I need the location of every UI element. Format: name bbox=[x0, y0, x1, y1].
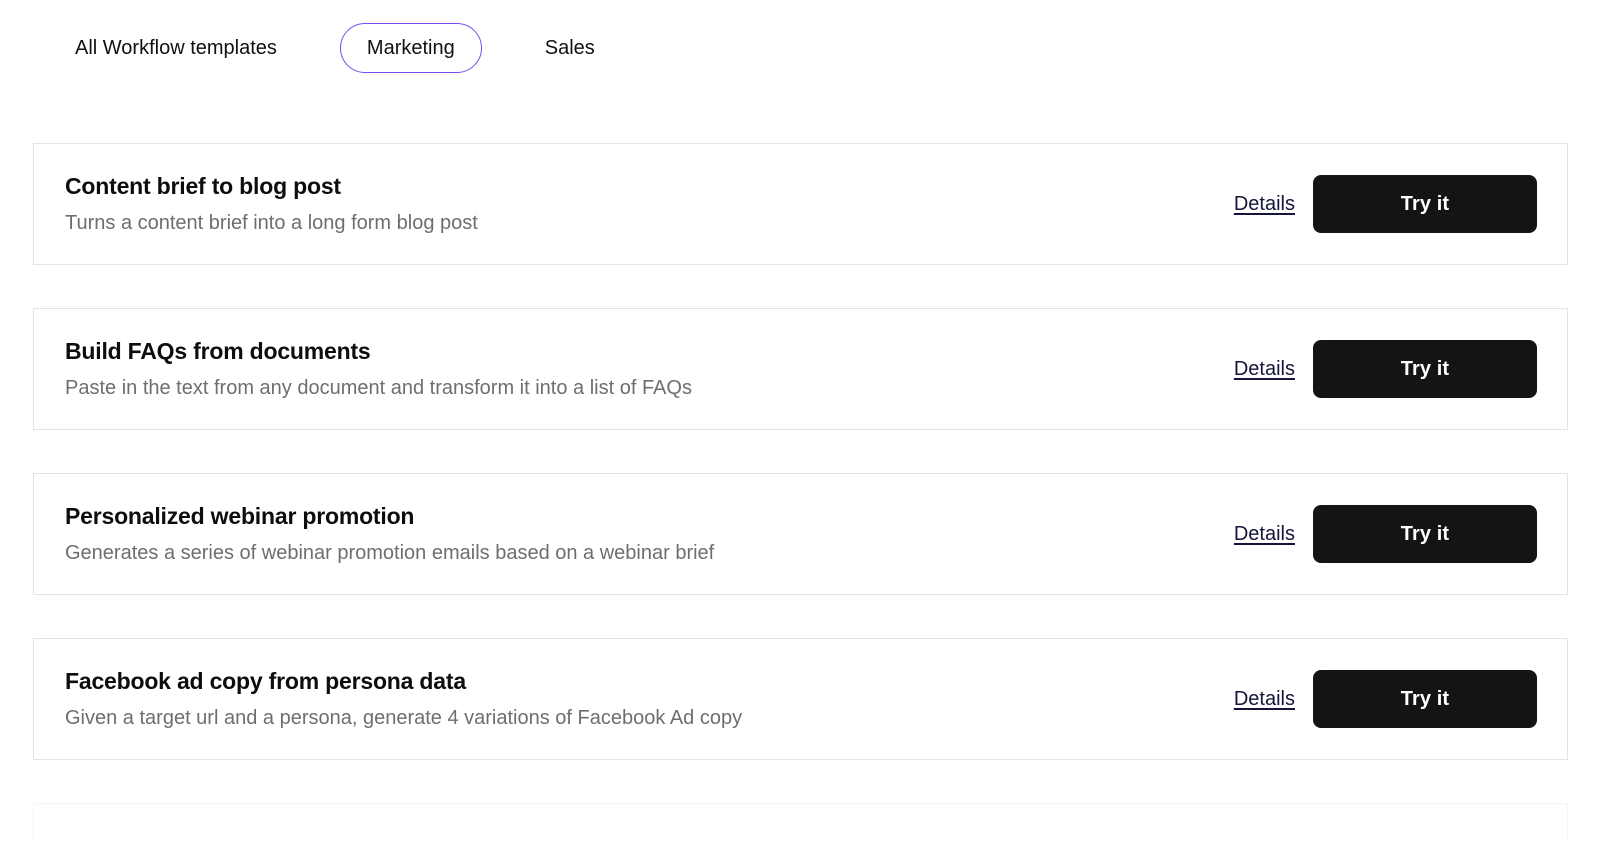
workflow-templates-page: All Workflow templates Marketing Sales C… bbox=[0, 0, 1600, 843]
template-title: Facebook ad copy from persona data bbox=[65, 667, 466, 694]
template-card[interactable]: Facebook ad copy from persona data Given… bbox=[33, 638, 1568, 760]
try-it-button[interactable]: Try it bbox=[1313, 505, 1537, 563]
template-card[interactable]: Personalized webinar promotion Generates… bbox=[33, 473, 1568, 595]
template-card-text: Facebook ad copy from persona data Given… bbox=[34, 668, 742, 730]
template-card-actions: Details Try it bbox=[1234, 670, 1567, 728]
template-title: Personalized webinar promotion bbox=[65, 502, 415, 529]
details-link[interactable]: Details bbox=[1234, 688, 1295, 711]
template-title: Content brief to blog post bbox=[65, 172, 341, 199]
template-card-text: Build FAQs from documents Paste in the t… bbox=[34, 338, 692, 400]
tab-marketing[interactable]: Marketing bbox=[339, 22, 482, 73]
template-description: Turns a content brief into a long form b… bbox=[65, 212, 478, 235]
template-card-actions: Details Try it bbox=[1234, 175, 1567, 233]
template-card[interactable]: Content brief to blog post Turns a conte… bbox=[33, 143, 1568, 265]
tab-all-workflow-templates[interactable]: All Workflow templates bbox=[48, 23, 304, 73]
template-category-tabs: All Workflow templates Marketing Sales bbox=[0, 0, 1600, 95]
template-card-actions: Details Try it bbox=[1234, 505, 1567, 563]
template-description: Generates a series of webinar promotion … bbox=[65, 542, 715, 565]
workflow-template-list: Content brief to blog post Turns a conte… bbox=[33, 143, 1568, 843]
template-card-partial[interactable] bbox=[33, 803, 1568, 843]
template-title: Build FAQs from documents bbox=[65, 337, 371, 364]
template-card-text: Personalized webinar promotion Generates… bbox=[34, 503, 714, 565]
template-card-actions: Details Try it bbox=[1234, 340, 1567, 398]
try-it-button[interactable]: Try it bbox=[1313, 340, 1537, 398]
details-link[interactable]: Details bbox=[1234, 358, 1295, 381]
tab-sales[interactable]: Sales bbox=[518, 23, 622, 73]
template-card-text: Content brief to blog post Turns a conte… bbox=[34, 173, 478, 235]
details-link[interactable]: Details bbox=[1234, 523, 1295, 546]
template-description: Given a target url and a persona, genera… bbox=[65, 707, 743, 730]
template-card[interactable]: Build FAQs from documents Paste in the t… bbox=[33, 308, 1568, 430]
template-description: Paste in the text from any document and … bbox=[65, 377, 692, 400]
try-it-button[interactable]: Try it bbox=[1313, 175, 1537, 233]
details-link[interactable]: Details bbox=[1234, 193, 1295, 216]
try-it-button[interactable]: Try it bbox=[1313, 670, 1537, 728]
